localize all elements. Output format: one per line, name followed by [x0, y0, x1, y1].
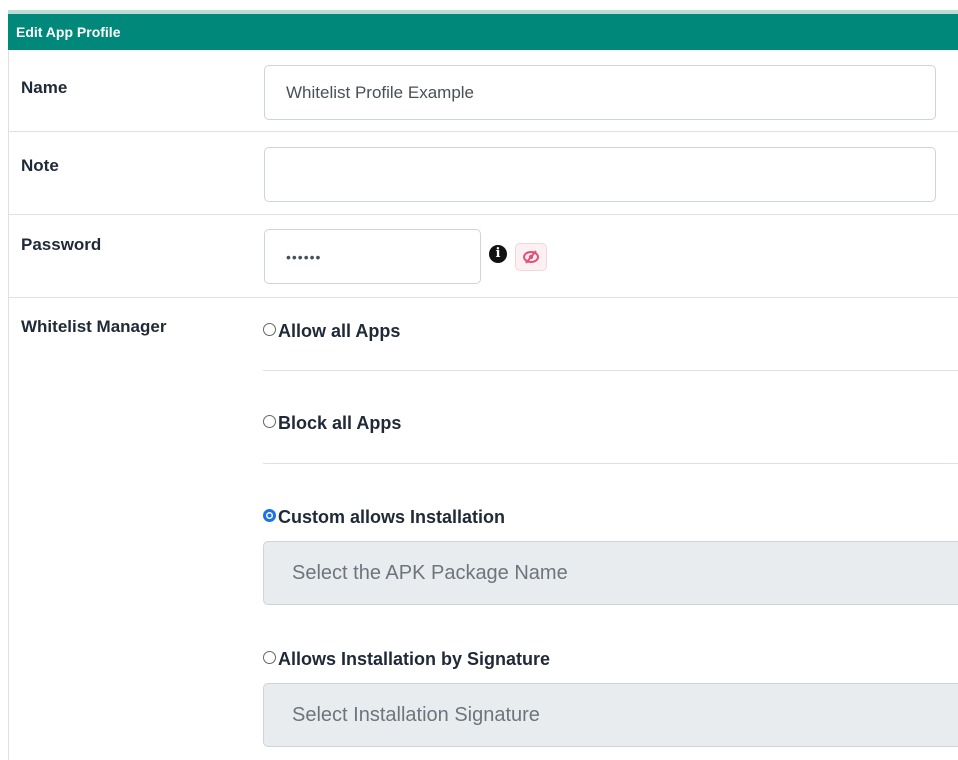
password-label: Password — [21, 235, 102, 254]
panel-header: Edit App Profile — [8, 10, 958, 50]
option-divider — [263, 370, 958, 371]
eye-slash-icon — [523, 250, 539, 264]
radio-custom-allows-installation[interactable] — [263, 509, 276, 522]
apk-package-select[interactable]: Select the APK Package Name — [263, 541, 958, 605]
panel-title: Edit App Profile — [16, 24, 121, 40]
radio-allow-all-apps[interactable] — [263, 323, 276, 336]
row-divider — [8, 297, 958, 298]
whitelist-manager-label: Whitelist Manager — [21, 317, 167, 336]
radio-block-all-apps[interactable] — [263, 415, 276, 428]
option-allow-all-apps[interactable]: Allow all Apps — [263, 321, 400, 342]
radio-allows-installation-by-signature[interactable] — [263, 651, 276, 664]
option-block-all-apps[interactable]: Block all Apps — [263, 413, 401, 434]
panel-left-border — [8, 50, 9, 760]
installation-signature-select[interactable]: Select Installation Signature — [263, 683, 958, 747]
option-allows-installation-by-signature[interactable]: Allows Installation by Signature — [263, 649, 550, 670]
note-input[interactable] — [264, 147, 936, 202]
note-label: Note — [21, 156, 59, 175]
name-input[interactable] — [264, 65, 936, 120]
row-divider — [8, 131, 958, 132]
option-divider — [263, 463, 958, 464]
password-input[interactable] — [264, 229, 481, 284]
name-label: Name — [21, 78, 68, 97]
info-circle-icon[interactable]: i — [489, 245, 507, 263]
toggle-password-visibility-button[interactable] — [516, 244, 546, 270]
row-divider — [8, 214, 958, 215]
option-custom-allows-installation[interactable]: Custom allows Installation — [263, 507, 505, 528]
